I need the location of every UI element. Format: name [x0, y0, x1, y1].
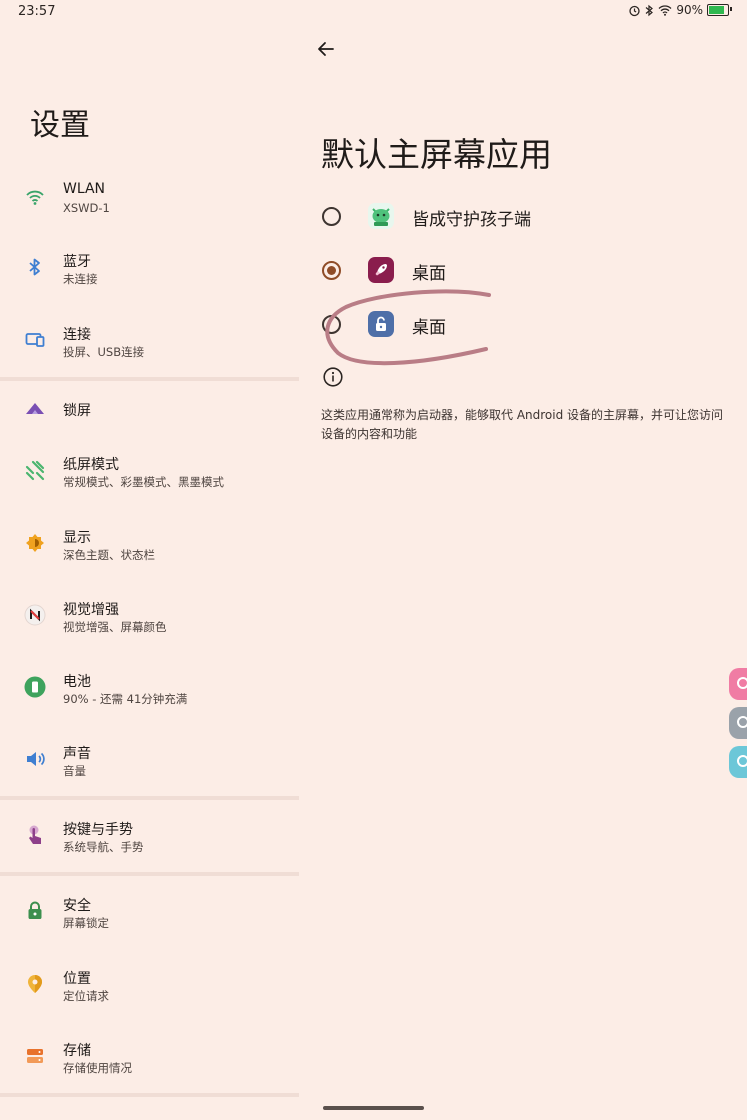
sidebar-item-storage[interactable]: 存储 存储使用情况	[0, 1031, 299, 1091]
launcher-option-desktop-1[interactable]: 桌面	[312, 245, 712, 295]
sidebar-item-location[interactable]: 位置 定位请求	[0, 959, 299, 1019]
wifi-icon	[24, 186, 46, 208]
sound-icon	[24, 748, 46, 770]
gesture-icon	[24, 824, 46, 846]
option-label: 皆成守护孩子端	[412, 210, 531, 230]
sidebar-item-label: 显示	[63, 530, 91, 546]
sidebar-item-label: 连接	[63, 327, 91, 343]
sidebar-item-label: 声音	[63, 746, 91, 762]
info-icon	[322, 366, 344, 388]
tool-circle-icon	[737, 716, 747, 728]
battery-percent: 90%	[676, 3, 703, 17]
floating-tool-pen[interactable]	[729, 746, 747, 778]
sidebar-item-sub: 定位请求	[63, 989, 109, 1003]
sidebar-item-label: 蓝牙	[63, 254, 91, 270]
section-divider	[0, 796, 299, 800]
radio-button[interactable]	[322, 207, 341, 226]
tool-circle-icon	[737, 677, 747, 689]
radio-button[interactable]	[322, 315, 341, 334]
sidebar-item-security[interactable]: 安全 屏幕锁定	[0, 886, 299, 946]
sidebar-item-label: 存储	[63, 1043, 91, 1059]
home-indicator[interactable]	[323, 1106, 424, 1110]
description-text: 这类应用通常称为启动器，能够取代 Android 设备的主屏幕，并可让您访问设备…	[321, 408, 724, 441]
battery-status-icon	[707, 4, 732, 16]
sidebar-item-sound[interactable]: 声音 音量	[0, 734, 299, 794]
sidebar-item-sub: 存储使用情况	[63, 1061, 132, 1075]
floating-tool-gray[interactable]	[729, 707, 747, 739]
sidebar-item-sub: 投屏、USB连接	[63, 345, 145, 359]
settings-sidebar: 设置 WLAN XSWD-1 蓝牙 未连接 连接 投屏、USB连接 锁屏 纸屏模…	[0, 0, 299, 1120]
sidebar-item-label: WLAN	[63, 181, 106, 197]
sidebar-item-lockscreen[interactable]: 锁屏	[0, 378, 299, 438]
page-title: 默认主屏幕应用	[321, 135, 552, 174]
sidebar-item-label: 纸屏模式	[63, 457, 119, 473]
lockscreen-icon	[24, 397, 46, 419]
tool-circle-icon	[737, 755, 747, 767]
sidebar-item-battery[interactable]: 电池 90% - 还需 41分钟充满	[0, 662, 299, 722]
settings-title: 设置	[30, 108, 90, 143]
location-icon	[24, 973, 46, 995]
wifi-status-icon	[658, 5, 672, 16]
floating-tool-pink[interactable]	[729, 668, 747, 700]
bluetooth-status-icon	[645, 4, 654, 16]
sidebar-item-gestures[interactable]: 按键与手势 系统导航、手势	[0, 810, 299, 870]
sidebar-item-connection[interactable]: 连接 投屏、USB连接	[0, 315, 299, 375]
status-icons: 90%	[628, 3, 732, 17]
sidebar-item-wlan[interactable]: WLAN XSWD-1	[0, 172, 299, 232]
display-icon	[24, 532, 46, 554]
sidebar-item-visual-enhance[interactable]: 视觉增强 视觉增强、屏幕颜色	[0, 590, 299, 650]
section-divider	[0, 872, 299, 876]
storage-icon	[24, 1045, 46, 1067]
sidebar-item-sub: 90% - 还需 41分钟充满	[63, 692, 188, 706]
guardian-app-icon	[368, 203, 394, 229]
battery-icon	[24, 676, 46, 698]
paper-mode-icon	[24, 459, 46, 481]
sidebar-item-sub: XSWD-1	[63, 201, 110, 215]
sidebar-item-label: 电池	[63, 674, 91, 690]
sidebar-item-label: 按键与手势	[63, 822, 133, 838]
sidebar-item-label: 锁屏	[63, 403, 91, 419]
sidebar-item-label: 视觉增强	[63, 602, 119, 618]
sidebar-item-sub: 未连接	[63, 272, 98, 286]
back-arrow-icon[interactable]	[315, 38, 337, 60]
sidebar-item-label: 位置	[63, 971, 91, 987]
sidebar-item-paper-mode[interactable]: 纸屏模式 常规模式、彩墨模式、黑墨模式	[0, 445, 299, 505]
sidebar-item-sub: 音量	[63, 764, 86, 778]
security-icon	[24, 900, 46, 922]
rocket-launcher-icon	[368, 257, 394, 283]
alarm-icon	[629, 5, 640, 16]
connection-icon	[24, 329, 46, 351]
sidebar-item-sub: 常规模式、彩墨模式、黑墨模式	[63, 475, 224, 489]
sidebar-item-sub: 视觉增强、屏幕颜色	[63, 620, 167, 634]
sidebar-item-sub: 系统导航、手势	[63, 840, 144, 854]
launcher-option-desktop-2[interactable]: 桌面	[312, 299, 712, 349]
visual-enhance-icon	[24, 604, 46, 626]
sidebar-item-bluetooth[interactable]: 蓝牙 未连接	[0, 242, 299, 302]
sidebar-item-sub: 深色主题、状态栏	[63, 548, 155, 562]
sidebar-item-sub: 屏幕锁定	[63, 916, 109, 930]
radio-button-selected[interactable]	[322, 261, 341, 280]
bluetooth-icon	[24, 256, 46, 278]
battery-fill	[709, 6, 725, 14]
option-label: 桌面	[412, 318, 446, 338]
option-label: 桌面	[412, 264, 446, 284]
section-divider	[0, 1093, 299, 1097]
sidebar-item-display[interactable]: 显示 深色主题、状态栏	[0, 518, 299, 578]
lock-launcher-icon	[368, 311, 394, 337]
launcher-option-guardian[interactable]: 皆成守护孩子端	[312, 191, 712, 241]
sidebar-item-label: 安全	[63, 898, 91, 914]
